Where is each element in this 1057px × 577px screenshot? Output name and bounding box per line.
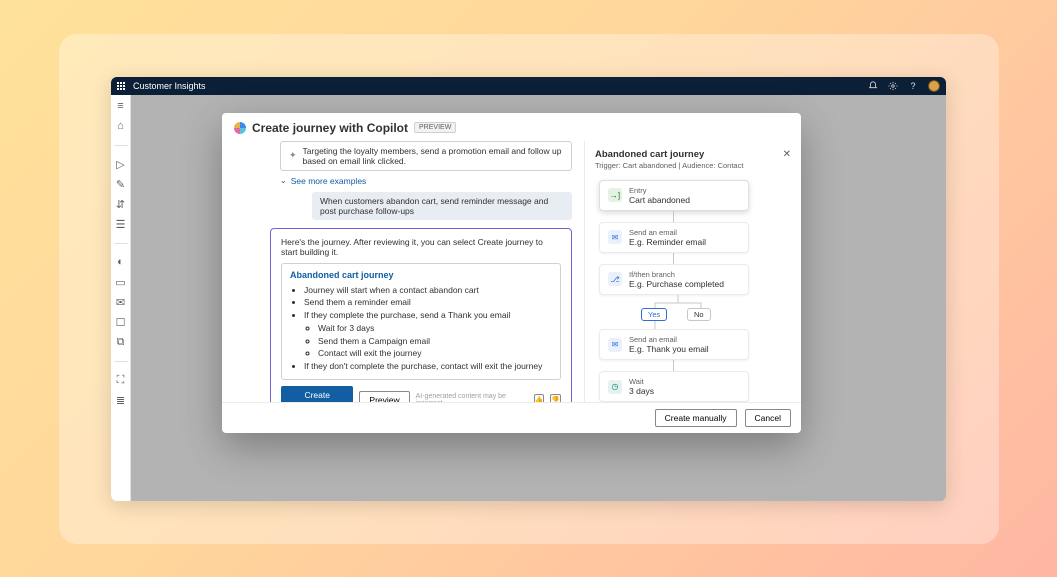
copilot-modal: Create journey with Copilot PREVIEW ✦ Ta… [222,113,801,433]
nav-templates-icon[interactable]: ⧉ [115,337,126,348]
close-icon[interactable]: ✕ [783,149,791,160]
notifications-icon[interactable] [868,81,878,91]
branch-no-chip[interactable]: No [687,308,711,321]
nav-contacts-icon[interactable]: ⛶ [115,375,126,386]
wait-icon: ◷ [608,380,622,394]
ai-disclaimer: AI-generated content may be incorrect [416,393,528,402]
email-icon: ✉ [608,230,622,244]
plan-subitem: Send them a Campaign email [318,335,552,348]
left-nav: ≡ ⌂ ▷ ✎ ⇵ ☰ ◐ ▭ ✉ ☐ ⧉ ⛶ ≣ [111,95,131,501]
create-journey-button[interactable]: Create journey [281,386,353,402]
user-avatar[interactable] [928,80,940,92]
nav-assets-icon[interactable]: ▭ [115,277,126,288]
plan-item: If they complete the purchase, send a Th… [304,309,552,360]
plan-subitem: Contact will exit the journey [318,347,552,360]
titlebar: Customer Insights ? [111,77,946,95]
nav-analytics-icon[interactable]: ⇵ [115,199,126,210]
settings-icon[interactable] [888,81,898,91]
email-icon: ✉ [608,338,622,352]
node-send-email-1[interactable]: ✉ Send an emailE.g. Reminder email [599,222,749,253]
thumbs-down-icon[interactable]: 👎 [550,394,561,401]
branch-yes-chip[interactable]: Yes [641,308,667,321]
suggestion-text: Targeting the loyalty members, send a pr… [303,146,563,166]
journey-subtitle: Trigger: Cart abandoned | Audience: Cont… [595,161,743,170]
help-icon[interactable]: ? [908,81,918,91]
journey-flow: →] EntryCart abandoned ✉ Send an emailE.… [595,180,791,402]
node-send-email-2[interactable]: ✉ Send an emailE.g. Thank you email [599,329,749,360]
user-prompt-bubble: When customers abandon cart, send remind… [312,192,572,220]
create-manually-button[interactable]: Create manually [655,409,737,427]
suggestion-pill[interactable]: ✦ Targeting the loyalty members, send a … [280,141,572,171]
nav-forms-icon[interactable]: ☰ [115,219,126,230]
branch-connector: Yes No [599,295,749,329]
plan-subitem: Wait for 3 days [318,322,552,335]
nav-segments-icon[interactable]: ≣ [115,395,126,406]
entry-icon: →] [608,188,622,202]
node-wait[interactable]: ◷ Wait3 days [599,371,749,401]
copilot-logo-icon [234,122,246,134]
app-launcher-icon[interactable] [117,82,127,90]
nav-menu-icon[interactable]: ≡ [115,101,126,112]
nav-home-icon[interactable]: ⌂ [115,121,126,132]
preview-button[interactable]: Preview [359,391,409,402]
node-branch[interactable]: ⎇ If/then branchE.g. Purchase completed [599,264,749,295]
nav-library-icon[interactable]: ☐ [115,317,126,328]
journey-plan-box: Abandoned cart journey Journey will star… [281,263,561,380]
plan-item: Send them a reminder email [304,296,552,309]
plan-item: If they don't complete the purchase, con… [304,360,552,373]
nav-play-icon[interactable]: ▷ [115,159,126,170]
plan-item: Journey will start when a contact abando… [304,284,552,297]
branch-icon: ⎇ [608,272,622,286]
node-entry[interactable]: →] EntryCart abandoned [599,180,749,211]
app-title: Customer Insights [133,81,206,91]
see-more-examples-link[interactable]: ⌄ See more examples [280,176,572,186]
nav-audience-icon[interactable]: ◐ [115,257,126,268]
plan-title: Abandoned cart journey [290,270,552,280]
ai-intro-text: Here's the journey. After reviewing it, … [281,237,561,257]
nav-journeys-icon[interactable]: ✎ [115,179,126,190]
cancel-button[interactable]: Cancel [745,409,791,427]
chevron-down-icon: ⌄ [280,176,287,185]
app-window: Customer Insights ? ≡ ⌂ ▷ ✎ ⇵ ☰ ◐ ▭ ✉ ☐ … [111,77,946,501]
nav-email-icon[interactable]: ✉ [115,297,126,308]
thumbs-up-icon[interactable]: 👍 [534,394,545,401]
sparkle-icon: ✦ [289,150,297,161]
modal-title: Create journey with Copilot [252,121,408,135]
ai-response-card: Here's the journey. After reviewing it, … [270,228,572,402]
preview-badge: PREVIEW [414,122,456,133]
journey-title: Abandoned cart journey [595,149,743,160]
